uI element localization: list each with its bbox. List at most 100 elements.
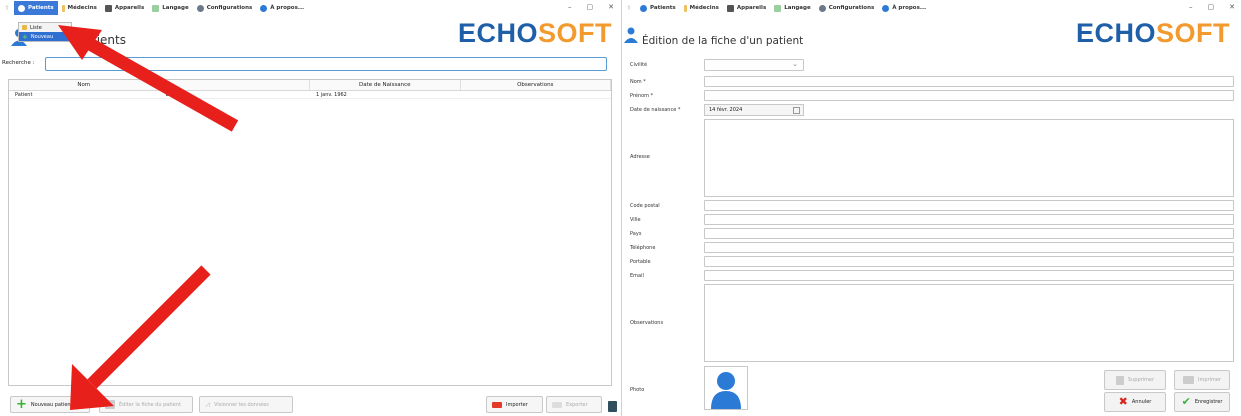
device-icon (726, 4, 734, 12)
photo-placeholder[interactable] (704, 366, 748, 410)
cancel-label: Annuler (1131, 399, 1152, 405)
view-data-label: Visionner les données (214, 401, 269, 408)
menu-medecins[interactable]: Médecins (58, 1, 101, 15)
ville-label: Ville (630, 217, 641, 223)
annotation-arrow-menu (58, 25, 239, 132)
email-label: Email (630, 273, 644, 279)
import-label: Importer (506, 401, 528, 408)
nom-field[interactable] (704, 76, 1234, 87)
close-button[interactable]: ✕ (608, 3, 614, 11)
trash-icon (1115, 375, 1124, 385)
list-icon (22, 25, 27, 30)
civilite-select[interactable]: ⌄ (704, 59, 804, 71)
delete-button[interactable]: Supprimer (1104, 370, 1166, 390)
menu-configurations[interactable]: Configurations (815, 1, 879, 15)
checkmark-icon: ✔ (1181, 395, 1191, 408)
import-icon (492, 401, 502, 408)
maximize-button[interactable]: ▢ (1208, 3, 1215, 11)
menu-patients-label: Patients (650, 5, 676, 11)
email-field[interactable] (704, 270, 1234, 281)
device-icon (104, 4, 112, 12)
gear-icon (196, 4, 204, 12)
export-icon (552, 401, 562, 408)
menu-apropos[interactable]: À propos... (256, 1, 308, 15)
portable-field[interactable] (704, 256, 1234, 267)
minimize-button[interactable]: – (568, 3, 572, 11)
adresse-label: Adresse (630, 154, 650, 160)
menu-appareils[interactable]: Appareils (101, 1, 148, 15)
menu-medecins[interactable]: Médecins (680, 1, 723, 15)
print-label: Imprimer (1198, 377, 1221, 383)
civilite-label: Civilité (630, 62, 648, 68)
cancel-button[interactable]: ✖ Annuler (1104, 392, 1166, 412)
patient-person-icon (624, 27, 638, 43)
portable-label: Portable (630, 259, 651, 265)
column-header-observations[interactable]: Observations (461, 80, 611, 90)
menu-patients-label: Patients (28, 5, 54, 11)
menu-patients[interactable]: Patients (636, 1, 680, 15)
import-button[interactable]: Importer (486, 396, 543, 413)
logo-soft: SOFT (538, 18, 613, 48)
maximize-button[interactable]: ▢ (587, 3, 594, 11)
plus-icon: + (22, 32, 28, 41)
telephone-label: Téléphone (630, 245, 656, 251)
print-button[interactable]: Imprimer (1174, 370, 1230, 390)
observations-label: Observations (630, 320, 664, 326)
export-button[interactable]: Exporter (546, 396, 602, 413)
menu-medecins-label: Médecins (67, 5, 97, 11)
observations-field[interactable] (704, 284, 1234, 362)
dropdown-item-liste-label: Liste (30, 24, 42, 31)
menu-appareils[interactable]: Appareils (723, 1, 770, 15)
save-label: Enregistrer (1194, 399, 1223, 405)
calendar-icon[interactable] (793, 107, 800, 114)
ville-field[interactable] (704, 214, 1234, 225)
window-controls: – ▢ ✕ (1189, 3, 1235, 11)
save-button[interactable]: ✔ Enregistrer (1174, 392, 1230, 412)
menu-apropos-label: À propos... (892, 5, 927, 11)
chevron-down-icon: ⌄ (792, 60, 798, 68)
doctor-icon (683, 4, 687, 12)
menu-bar: ⚕ Patients Médecins Appareils Langage Co… (0, 0, 620, 16)
column-header-date-naissance[interactable]: Date de Naissance (310, 80, 461, 90)
info-icon (882, 4, 890, 12)
menu-configurations-label: Configurations (828, 5, 875, 11)
menu-appareils-label: Appareils (736, 5, 767, 11)
export-label: Exporter (566, 401, 588, 408)
search-label: Recherche : (2, 60, 35, 66)
menu-appareils-label: Appareils (114, 5, 145, 11)
cell-observations (461, 91, 612, 98)
telephone-field[interactable] (704, 242, 1234, 253)
photo-label: Photo (630, 387, 645, 393)
prenom-field[interactable] (704, 90, 1234, 101)
doctor-icon (61, 4, 65, 12)
language-icon (774, 4, 782, 12)
naissance-label: Date de naissance * (630, 107, 681, 113)
pays-label: Pays (630, 231, 642, 237)
menu-langage[interactable]: Langage (148, 1, 192, 15)
menu-configurations[interactable]: Configurations (193, 1, 257, 15)
cp-label: Code postal (630, 203, 660, 209)
cell-date-naissance: 1 janv. 1962 (316, 92, 347, 98)
person-icon (18, 4, 25, 12)
menu-medecins-label: Médecins (689, 5, 719, 11)
pays-field[interactable] (704, 228, 1234, 239)
close-button[interactable]: ✕ (1229, 3, 1235, 11)
delete-label: Supprimer (1127, 377, 1155, 383)
nom-label: Nom * (630, 79, 646, 85)
adresse-field[interactable] (704, 119, 1234, 197)
minimize-button[interactable]: – (1189, 3, 1193, 11)
prenom-label: Prénom * (630, 93, 654, 99)
birthdate-field[interactable]: 14 févr. 2024 (704, 104, 804, 116)
menu-bar: ⚕ Patients Médecins Appareils Langage Co… (622, 0, 1241, 16)
cp-field[interactable] (704, 200, 1234, 211)
cancel-x-icon: ✖ (1118, 395, 1128, 408)
patients-list-window: ⚕ Patients Médecins Appareils Langage Co… (0, 0, 620, 416)
logo-echo: ECHO (458, 18, 539, 48)
menu-apropos[interactable]: À propos... (878, 1, 930, 15)
menu-apropos-label: À propos... (270, 5, 305, 11)
info-icon (260, 4, 268, 12)
app-icon: ⚕ (5, 4, 9, 12)
window-controls: – ▢ ✕ (568, 3, 614, 11)
menu-patients[interactable]: Patients (14, 1, 58, 15)
menu-langage[interactable]: Langage (770, 1, 814, 15)
